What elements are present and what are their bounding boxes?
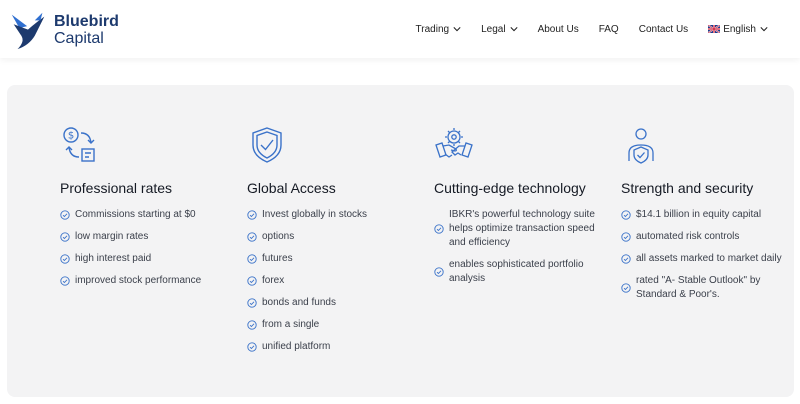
list-item: improved stock performance xyxy=(60,274,240,288)
list-item: enables sophisticated portfolio analysis xyxy=(434,258,614,286)
chevron-down-icon xyxy=(760,27,768,32)
list-item: futures xyxy=(247,252,427,266)
feature-strength-and-security: Strength and security $14.1 billion in e… xyxy=(621,125,800,310)
list-item: rated "A- Stable Outlook" by Standard & … xyxy=(621,274,800,302)
feature-global-access: Global Access Invest globally in stocks … xyxy=(247,125,427,362)
feature-title: Cutting-edge technology xyxy=(434,180,586,196)
feature-list: $14.1 billion in equity capital automate… xyxy=(621,208,800,302)
check-circle-icon xyxy=(60,232,70,242)
check-circle-icon xyxy=(247,320,257,330)
check-circle-icon xyxy=(60,210,70,220)
feature-cutting-edge-technology: Cutting-edge technology IBKR's powerful … xyxy=(434,125,614,294)
uk-flag-icon xyxy=(708,25,721,33)
check-circle-icon xyxy=(621,232,631,242)
check-circle-icon xyxy=(621,210,631,220)
nav-about-us-label: About Us xyxy=(537,23,579,35)
feature-professional-rates: $ Professional rates Commissions startin… xyxy=(60,125,240,296)
site-header: Bluebird Capital Trading Legal About Us … xyxy=(0,0,800,58)
check-circle-icon xyxy=(247,276,257,286)
chevron-down-icon xyxy=(509,27,518,32)
nav-trading-label: Trading xyxy=(415,23,450,35)
language-selector[interactable]: English xyxy=(708,24,768,35)
nav-legal-label: Legal xyxy=(481,23,506,35)
dollar-exchange-icon: $ xyxy=(63,127,95,162)
chevron-down-icon xyxy=(453,27,461,32)
feature-list: IBKR's powerful technology suite helps o… xyxy=(434,208,614,286)
list-item: Invest globally in stocks xyxy=(247,208,427,222)
check-circle-icon xyxy=(60,276,70,286)
shield-check-icon xyxy=(252,127,282,163)
check-circle-icon xyxy=(621,283,631,293)
list-item: low margin rates xyxy=(60,230,240,244)
check-circle-icon xyxy=(247,210,257,220)
list-item: $14.1 billion in equity capital xyxy=(621,208,800,222)
nav-faq[interactable]: FAQ xyxy=(599,24,619,35)
check-circle-icon xyxy=(247,298,257,308)
list-item: all assets marked to market daily xyxy=(621,252,800,266)
list-item: Commissions starting at $0 xyxy=(60,208,240,222)
feature-list: Commissions starting at $0 low margin ra… xyxy=(60,208,240,288)
feature-title: Professional rates xyxy=(60,180,173,196)
nav-faq-label: FAQ xyxy=(598,23,619,35)
check-circle-icon xyxy=(60,254,70,264)
feature-list: Invest globally in stocks options future… xyxy=(247,208,427,354)
check-circle-icon xyxy=(434,224,444,234)
brand-name-line2: Capital xyxy=(54,30,104,47)
nav-contact-us-label: Contact Us xyxy=(638,23,689,35)
list-item: options xyxy=(247,230,427,244)
list-item: automated risk controls xyxy=(621,230,800,244)
nav-contact-us[interactable]: Contact Us xyxy=(639,24,688,35)
check-circle-icon xyxy=(247,254,257,264)
svg-text:$: $ xyxy=(68,131,74,142)
main-nav: Trading Legal About Us FAQ Contact Us En… xyxy=(396,0,768,58)
list-item: unified platform xyxy=(247,340,427,354)
bluebird-logo-icon xyxy=(11,12,45,50)
language-label: English xyxy=(723,23,756,35)
handshake-gear-icon xyxy=(435,128,473,158)
nav-legal[interactable]: Legal xyxy=(481,23,518,35)
check-circle-icon xyxy=(247,232,257,242)
brand-logo[interactable]: Bluebird Capital xyxy=(6,5,136,55)
list-item: IBKR's powerful technology suite helps o… xyxy=(434,208,614,250)
nav-trading[interactable]: Trading xyxy=(416,24,462,35)
feature-title: Global Access xyxy=(247,180,336,196)
check-circle-icon xyxy=(621,254,631,264)
brand-name-line1: Bluebird xyxy=(54,13,119,30)
list-item: forex xyxy=(247,274,427,288)
list-item: from a single xyxy=(247,318,427,332)
check-circle-icon xyxy=(434,267,444,277)
user-shield-icon xyxy=(628,128,654,164)
list-item: high interest paid xyxy=(60,252,240,266)
check-circle-icon xyxy=(247,342,257,352)
list-item: bonds and funds xyxy=(247,296,427,310)
feature-title: Strength and security xyxy=(621,180,754,196)
nav-about-us[interactable]: About Us xyxy=(538,24,579,35)
